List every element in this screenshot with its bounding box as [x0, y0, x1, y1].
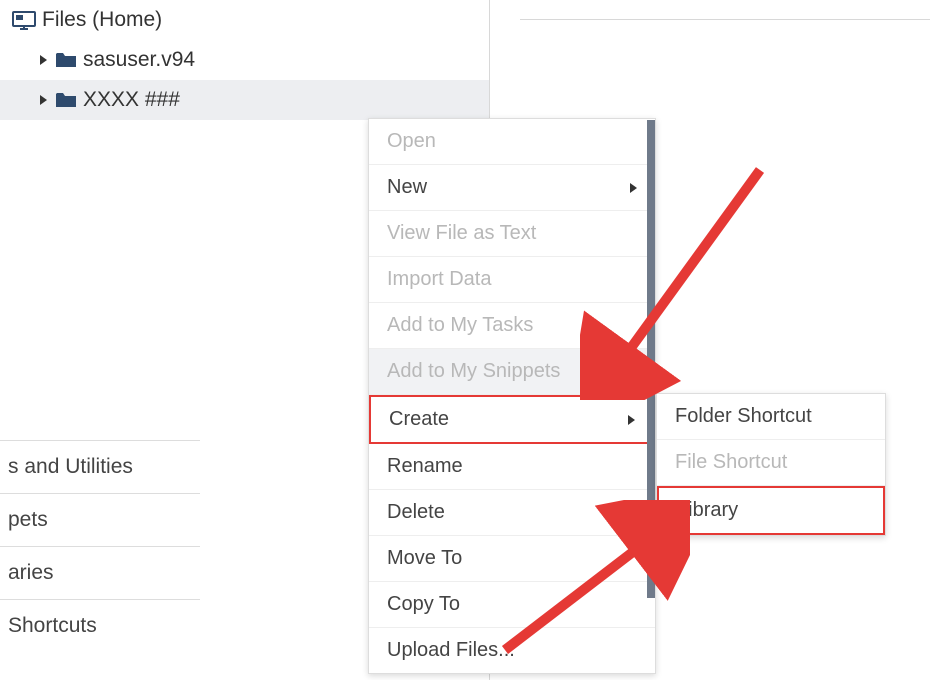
chevron-right-icon	[628, 415, 635, 425]
folder-icon	[55, 51, 77, 69]
section-item-3[interactable]: Shortcuts	[0, 599, 200, 652]
menu-item-label: Open	[387, 130, 436, 153]
tree-item-1[interactable]: XXXX ###	[0, 80, 489, 120]
menu-item-delete[interactable]: Delete	[369, 490, 655, 536]
expand-caret-icon[interactable]	[40, 95, 47, 105]
context-menu-scrollbar[interactable]	[647, 120, 655, 598]
menu-item-label: Move To	[387, 547, 462, 570]
menu-item-view-file-as-text: View File as Text	[369, 211, 655, 257]
menu-item-label: Add to My Tasks	[387, 314, 533, 337]
menu-item-label: Import Data	[387, 268, 491, 291]
chevron-right-icon	[630, 183, 637, 193]
menu-item-upload-files[interactable]: Upload Files...	[369, 628, 655, 673]
menu-item-create[interactable]: Create	[369, 395, 655, 444]
menu-item-open: Open	[369, 119, 655, 165]
menu-item-add-to-my-tasks: Add to My Tasks	[369, 303, 655, 349]
file-tree-panel: Files (Home) sasuser.v94 XXXX ###	[0, 0, 489, 120]
menu-item-label: Create	[389, 408, 449, 431]
menu-item-import-data: Import Data	[369, 257, 655, 303]
tree-root-label: Files (Home)	[42, 8, 162, 32]
menu-item-label: Upload Files...	[387, 639, 515, 662]
context-menu: Open New View File as Text Import Data Add t…	[368, 118, 656, 674]
menu-item-copy-to[interactable]: Copy To	[369, 582, 655, 628]
submenu-item-file-shortcut: File Shortcut	[657, 440, 885, 486]
tree-item-label: XXXX ###	[83, 88, 180, 112]
folder-icon	[55, 91, 77, 109]
submenu-item-label: Folder Shortcut	[675, 405, 812, 428]
menu-item-label: New	[387, 176, 427, 199]
section-item-1[interactable]: pets	[0, 493, 200, 546]
tree-item-label: sasuser.v94	[83, 48, 195, 72]
left-sections: s and UtilitiespetsariesShortcuts	[0, 440, 200, 652]
content-area-top	[520, 0, 930, 20]
menu-item-label: Copy To	[387, 593, 460, 616]
submenu-item-library[interactable]: Library	[657, 486, 885, 535]
menu-item-label: Delete	[387, 501, 445, 524]
menu-item-move-to[interactable]: Move To	[369, 536, 655, 582]
section-item-0[interactable]: s and Utilities	[0, 440, 200, 493]
create-submenu: Folder Shortcut File Shortcut Library	[656, 393, 886, 536]
section-item-2[interactable]: aries	[0, 546, 200, 599]
monitor-icon	[12, 11, 34, 29]
submenu-item-label: Library	[677, 499, 738, 522]
tree-root-files-home[interactable]: Files (Home)	[0, 0, 489, 40]
menu-item-new[interactable]: New	[369, 165, 655, 211]
expand-caret-icon[interactable]	[40, 55, 47, 65]
menu-item-label: Rename	[387, 455, 463, 478]
menu-item-add-to-my-snippets: Add to My Snippets	[369, 349, 655, 395]
submenu-item-label: File Shortcut	[675, 451, 787, 474]
tree-item-0[interactable]: sasuser.v94	[0, 40, 489, 80]
menu-item-rename[interactable]: Rename	[369, 444, 655, 490]
submenu-item-folder-shortcut[interactable]: Folder Shortcut	[657, 394, 885, 440]
menu-item-label: Add to My Snippets	[387, 360, 560, 383]
menu-item-label: View File as Text	[387, 222, 536, 245]
